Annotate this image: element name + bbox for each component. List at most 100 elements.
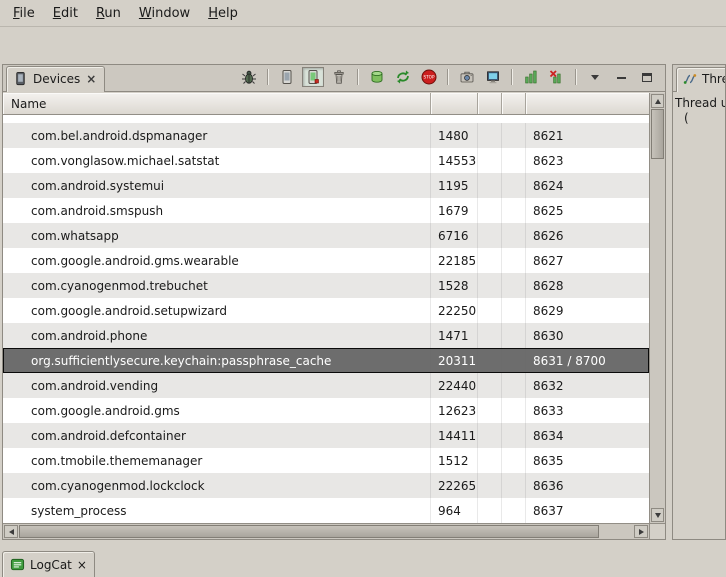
maximize-icon[interactable] — [636, 67, 658, 87]
heap-update-icon[interactable] — [366, 67, 388, 87]
debug-icon[interactable] — [238, 67, 260, 87]
trash-icon[interactable] — [328, 67, 350, 87]
cell-name: com.google.android.gms.wearable — [3, 248, 431, 273]
application-window: FileEditRunWindowHelp Devices × — [0, 0, 726, 577]
table-row[interactable]: com.google.android.setupwizard222508629 — [3, 298, 649, 323]
tab-devices[interactable]: Devices × — [6, 66, 105, 92]
table-row[interactable]: com.google.android.gms126238633 — [3, 398, 649, 423]
cell-pid: 22440 — [431, 373, 478, 398]
toolbar-separator — [511, 69, 513, 85]
tab-logcat-label: LogCat — [30, 558, 72, 572]
scroll-right-button[interactable] — [634, 525, 648, 538]
table-row[interactable]: org.sufficientlysecure.keychain:passphra… — [3, 348, 649, 373]
cell-c3 — [478, 223, 502, 248]
profiling-start-icon[interactable] — [520, 67, 542, 87]
table-row[interactable]: com.android.phone14718630 — [3, 323, 649, 348]
cell-c3 — [478, 173, 502, 198]
screenshot-icon[interactable] — [456, 67, 478, 87]
devices-panel: Devices × — [2, 64, 666, 540]
profiling-stop-icon[interactable] — [546, 67, 568, 87]
table-row[interactable]: com.android.vending224408632 — [3, 373, 649, 398]
menu-help[interactable]: Help — [199, 2, 247, 25]
cell-port: 8626 — [526, 223, 649, 248]
cell-pid: 22185 — [431, 248, 478, 273]
table-row[interactable]: com.whatsapp67168626 — [3, 223, 649, 248]
cell-name: com.google.android.setupwizard — [3, 298, 431, 323]
capture-view-icon[interactable] — [482, 67, 504, 87]
table-row[interactable]: com.tmobile.thememanager15128635 — [3, 448, 649, 473]
table-row[interactable]: com.google.android.gms.wearable22185 8627 — [3, 248, 649, 273]
cell-c3 — [478, 398, 502, 423]
toolbar-separator — [357, 69, 359, 85]
minimize-icon[interactable] — [610, 67, 632, 87]
threads-update-icon[interactable] — [392, 67, 414, 87]
cell-pid: 1528 — [431, 273, 478, 298]
close-logcat-icon[interactable]: × — [77, 558, 87, 572]
cell-c4 — [502, 373, 526, 398]
scroll-left-button[interactable] — [4, 525, 18, 538]
table-row[interactable]: com.vonglasow.michael.satstat145538623 — [3, 148, 649, 173]
cell-name: com.android.smspush — [3, 198, 431, 223]
menu-run[interactable]: Run — [87, 2, 130, 25]
tab-logcat[interactable]: LogCat × — [2, 551, 95, 577]
toolbar-separator — [267, 69, 269, 85]
horizontal-scrollbar[interactable] — [3, 523, 649, 539]
cell-c3 — [478, 248, 502, 273]
cell-c4 — [502, 223, 526, 248]
table-row[interactable]: com.android.smspush16798625 — [3, 198, 649, 223]
close-tab-icon[interactable]: × — [85, 74, 97, 84]
threads-panel: Threads Thread up ( — [672, 64, 726, 540]
cell-port: 8629 — [526, 298, 649, 323]
cell-c4 — [502, 498, 526, 523]
menu-bar: FileEditRunWindowHelp — [0, 0, 726, 27]
cell-name: com.bel.android.dspmanager — [3, 123, 431, 148]
cell-port: 8630 — [526, 323, 649, 348]
column-header-port[interactable] — [526, 93, 649, 114]
cell-pid: 22265 — [431, 473, 478, 498]
column-header-pid[interactable] — [431, 93, 478, 114]
cell-port: 8627 — [526, 248, 649, 273]
toolbar-separator — [575, 69, 577, 85]
menu-window[interactable]: Window — [130, 2, 199, 25]
cell-c4 — [502, 473, 526, 498]
cell-port: 8633 — [526, 398, 649, 423]
cell-name: com.cyanogenmod.lockclock — [3, 473, 431, 498]
cell-port: 8635 — [526, 448, 649, 473]
device-selected-icon[interactable] — [302, 67, 324, 87]
cell-pid: 1679 — [431, 198, 478, 223]
cell-port: 8624 — [526, 173, 649, 198]
cell-c3 — [478, 323, 502, 348]
table-row[interactable]: com.android.systemui11958624 — [3, 173, 649, 198]
tab-threads[interactable]: Threads — [676, 67, 726, 92]
horizontal-scrollbar-thumb[interactable] — [19, 525, 599, 538]
column-header-empty[interactable] — [478, 93, 502, 114]
cell-c4 — [502, 448, 526, 473]
scroll-down-button[interactable] — [651, 508, 664, 522]
table-row[interactable]: system_process9648637 — [3, 498, 649, 523]
threads-message-line2: ( — [675, 111, 723, 126]
column-header-empty[interactable] — [502, 93, 526, 114]
device-view-icon[interactable] — [276, 67, 298, 87]
menu-file[interactable]: File — [4, 2, 44, 25]
table-row-partial — [3, 115, 649, 123]
cell-port: 8628 — [526, 273, 649, 298]
stop-icon[interactable]: STOP — [418, 67, 440, 87]
threads-tab-bar: Threads — [673, 65, 725, 92]
cell-c4 — [502, 423, 526, 448]
table-row[interactable]: com.cyanogenmod.trebuchet15288628 — [3, 273, 649, 298]
vertical-scrollbar[interactable] — [649, 93, 665, 523]
table-row[interactable]: com.bel.android.dspmanager14808621 — [3, 123, 649, 148]
view-menu-icon[interactable] — [584, 67, 606, 87]
table-row[interactable]: com.cyanogenmod.lockclock222658636 — [3, 473, 649, 498]
column-header-name[interactable]: Name — [3, 93, 431, 114]
cell-name: com.whatsapp — [3, 223, 431, 248]
devices-toolbar: STOP — [236, 67, 665, 91]
vertical-scrollbar-thumb[interactable] — [651, 109, 664, 159]
table-row[interactable]: com.android.defcontainer144118634 — [3, 423, 649, 448]
cell-c4 — [502, 398, 526, 423]
cell-name: com.android.phone — [3, 323, 431, 348]
menu-edit[interactable]: Edit — [44, 2, 87, 25]
cell-c4 — [502, 123, 526, 148]
table-header: Name — [3, 93, 649, 115]
scroll-up-button[interactable] — [651, 94, 664, 108]
